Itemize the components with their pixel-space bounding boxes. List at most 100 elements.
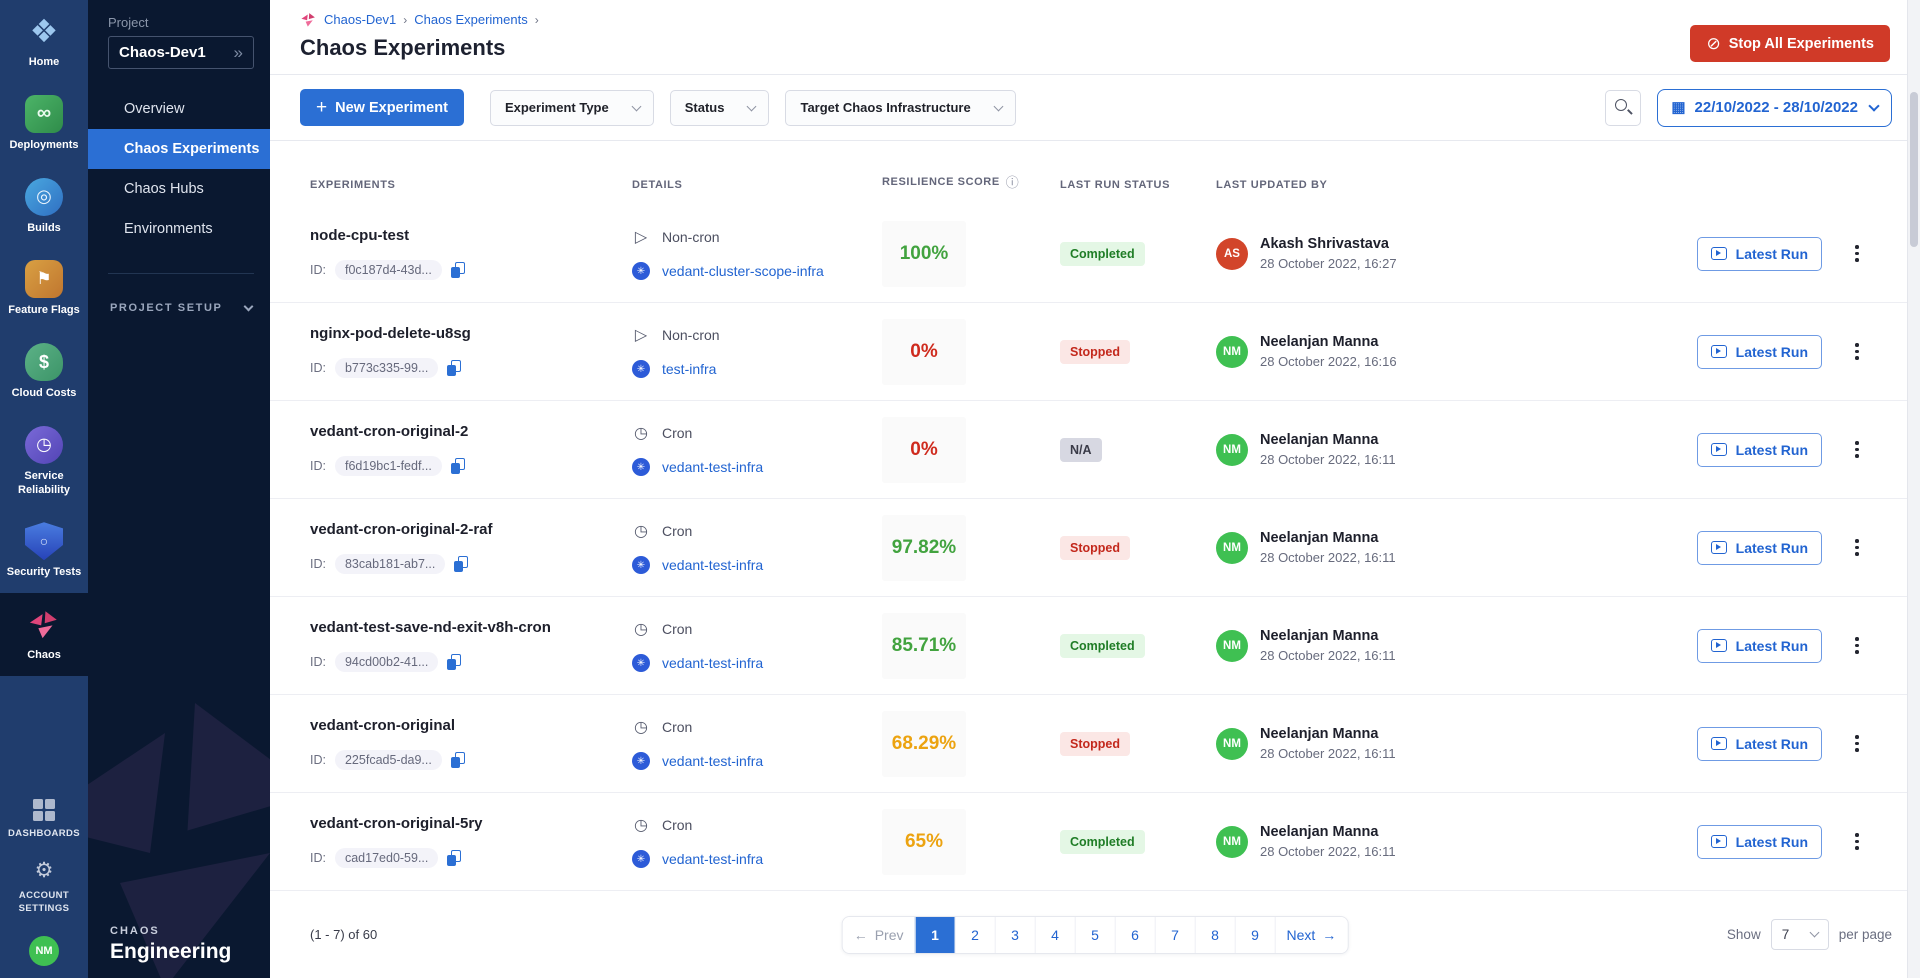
project-sidebar: Project Chaos-Dev1 » OverviewChaos Exper…	[88, 0, 270, 978]
latest-run-button[interactable]: Latest Run	[1697, 531, 1822, 565]
project-selector[interactable]: Chaos-Dev1 »	[108, 36, 254, 69]
kubernetes-icon: ✳	[632, 556, 650, 574]
copy-icon[interactable]	[454, 556, 468, 572]
date-range-picker[interactable]: ▦ 22/10/2022 - 28/10/2022	[1657, 89, 1892, 127]
kebab-menu-icon[interactable]	[1849, 337, 1865, 366]
sidebar-item-environments[interactable]: Environments	[88, 209, 270, 249]
updated-date: 28 October 2022, 16:11	[1260, 844, 1396, 859]
rail-item-builds[interactable]: ◎Builds	[0, 166, 88, 249]
score-cell: 97.82%	[882, 515, 1060, 581]
project-label: Project	[108, 15, 270, 30]
pagination-page-8[interactable]: 8	[1195, 917, 1235, 953]
schedule-icon: ◷	[632, 423, 650, 443]
sidebar-item-overview[interactable]: Overview	[88, 89, 270, 129]
kebab-menu-icon[interactable]	[1849, 533, 1865, 562]
main-content: Chaos-Dev1 › Chaos Experiments › Chaos E…	[270, 0, 1920, 978]
rail-item-deployments[interactable]: ∞Deployments	[0, 83, 88, 166]
project-name: Chaos-Dev1	[119, 44, 206, 61]
latest-run-icon	[1711, 835, 1727, 848]
page-size-select[interactable]: 7	[1771, 919, 1829, 950]
latest-run-button[interactable]: Latest Run	[1697, 335, 1822, 369]
sidebar-divider	[108, 273, 254, 274]
details-cell: ▷ Non-cron ✳ test-infra	[632, 325, 882, 378]
breadcrumb-link-experiments[interactable]: Chaos Experiments	[414, 12, 527, 27]
user-avatar[interactable]: NM	[29, 936, 59, 966]
infrastructure-link[interactable]: vedant-test-infra	[662, 459, 763, 475]
stop-all-experiments-button[interactable]: ⊘ Stop All Experiments	[1690, 25, 1890, 62]
pagination-page-6[interactable]: 6	[1115, 917, 1155, 953]
latest-run-button[interactable]: Latest Run	[1697, 237, 1822, 271]
pagination-next[interactable]: Next→	[1275, 917, 1348, 953]
pagination-page-7[interactable]: 7	[1155, 917, 1195, 953]
kebab-menu-icon[interactable]	[1849, 827, 1865, 856]
collapse-icon[interactable]: »	[234, 44, 243, 61]
rail-item-feature-flags[interactable]: ⚑Feature Flags	[0, 248, 88, 331]
breadcrumb-separator: ›	[403, 13, 407, 27]
rail-item-account-settings[interactable]: ⚙ ACCOUNT SETTINGS	[0, 858, 88, 916]
latest-run-button[interactable]: Latest Run	[1697, 727, 1822, 761]
vertical-scrollbar[interactable]	[1907, 0, 1920, 978]
rail-item-dashboards[interactable]: DASHBOARDS	[8, 799, 80, 841]
rail-item-chaos[interactable]: Chaos	[0, 593, 88, 676]
stop-all-label: Stop All Experiments	[1729, 36, 1874, 52]
sidebar-item-chaos-experiments[interactable]: Chaos Experiments	[88, 129, 270, 169]
latest-run-button[interactable]: Latest Run	[1697, 629, 1822, 663]
infrastructure-link[interactable]: vedant-test-infra	[662, 655, 763, 671]
score-cell: 100%	[882, 221, 1060, 287]
experiment-id: 94cd00b2-41...	[335, 652, 438, 672]
user-avatar: NM	[1216, 630, 1248, 662]
new-experiment-button[interactable]: + New Experiment	[300, 89, 464, 126]
rail-item-security-tests[interactable]: ○Security Tests	[0, 510, 88, 593]
resilience-score: 0%	[882, 319, 966, 385]
infrastructure-link[interactable]: vedant-test-infra	[662, 557, 763, 573]
latest-run-button[interactable]: Latest Run	[1697, 825, 1822, 859]
filter-target-chaos-infrastructure[interactable]: Target Chaos Infrastructure	[785, 90, 1015, 126]
copy-icon[interactable]	[451, 262, 465, 278]
details-cell: ◷ Cron ✳ vedant-test-infra	[632, 521, 882, 574]
pagination-page-5[interactable]: 5	[1075, 917, 1115, 953]
pagination-page-9[interactable]: 9	[1235, 917, 1275, 953]
infrastructure-link[interactable]: vedant-cluster-scope-infra	[662, 263, 824, 279]
copy-icon[interactable]	[451, 458, 465, 474]
pagination-page-3[interactable]: 3	[995, 917, 1035, 953]
copy-icon[interactable]	[447, 850, 461, 866]
kebab-menu-icon[interactable]	[1849, 631, 1865, 660]
copy-icon[interactable]	[447, 654, 461, 670]
kebab-menu-icon[interactable]	[1849, 239, 1865, 268]
rail-item-service-reliability[interactable]: ◷Service Reliability	[0, 414, 88, 511]
kebab-menu-icon[interactable]	[1849, 435, 1865, 464]
pagination-page-1[interactable]: 1	[915, 917, 955, 953]
schedule-icon: ◷	[632, 521, 650, 541]
sidebar-item-project-setup[interactable]: PROJECT SETUP	[110, 302, 252, 314]
id-label: ID:	[310, 753, 326, 767]
infrastructure-link[interactable]: vedant-test-infra	[662, 851, 763, 867]
schedule-type: Cron	[662, 425, 692, 441]
infrastructure-link[interactable]: test-infra	[662, 361, 716, 377]
rail-item-label: DASHBOARDS	[8, 828, 80, 841]
experiment-id: 83cab181-ab7...	[335, 554, 445, 574]
deployments-icon: ∞	[25, 95, 63, 133]
filter-status[interactable]: Status	[670, 90, 770, 126]
filter-experiment-type[interactable]: Experiment Type	[490, 90, 654, 126]
latest-run-button[interactable]: Latest Run	[1697, 433, 1822, 467]
sidebar-item-chaos-hubs[interactable]: Chaos Hubs	[88, 169, 270, 209]
table-row: vedant-cron-original ID: 225fcad5-da9...…	[270, 695, 1920, 793]
copy-icon[interactable]	[451, 752, 465, 768]
column-header-resilience-score: RESILIENCE SCOREⓘ	[882, 172, 1060, 191]
kebab-menu-icon[interactable]	[1849, 729, 1865, 758]
stop-icon: ⊘	[1706, 34, 1720, 54]
rail-item-home[interactable]: ❖Home	[0, 0, 88, 83]
copy-icon[interactable]	[447, 360, 461, 376]
pagination-page-4[interactable]: 4	[1035, 917, 1075, 953]
calendar-icon: ▦	[1671, 100, 1685, 115]
breadcrumb-link-project[interactable]: Chaos-Dev1	[324, 12, 396, 27]
rail-item-cloud-costs[interactable]: $Cloud Costs	[0, 331, 88, 414]
search-button[interactable]	[1605, 90, 1641, 126]
infrastructure-link[interactable]: vedant-test-infra	[662, 753, 763, 769]
scrollbar-thumb[interactable]	[1910, 92, 1918, 247]
id-label: ID:	[310, 263, 326, 277]
module-rail-items: ❖Home∞Deployments◎Builds⚑Feature Flags$C…	[0, 0, 88, 676]
pagination-prev[interactable]: ←Prev	[843, 917, 915, 953]
score-cell: 85.71%	[882, 613, 1060, 679]
pagination-page-2[interactable]: 2	[955, 917, 995, 953]
